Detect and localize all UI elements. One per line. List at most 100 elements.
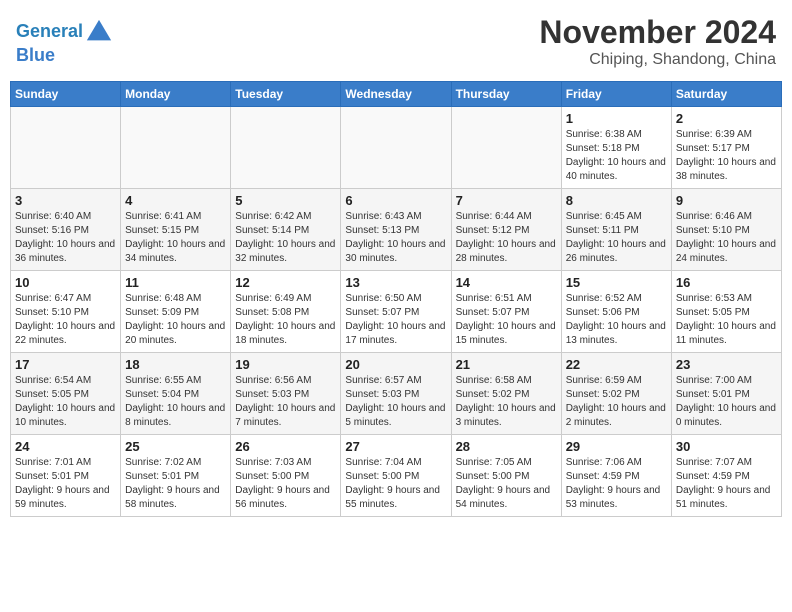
day-info: Sunrise: 6:46 AM Sunset: 5:10 PM Dayligh… [676, 210, 777, 266]
day-number: 16 [676, 275, 777, 290]
weekday-header-thursday: Thursday [451, 82, 561, 107]
weekday-header-sunday: Sunday [11, 82, 121, 107]
day-info: Sunrise: 6:42 AM Sunset: 5:14 PM Dayligh… [235, 210, 336, 266]
calendar-cell: 1 Sunrise: 6:38 AM Sunset: 5:18 PM Daylig… [561, 107, 671, 189]
weekday-header-monday: Monday [121, 82, 231, 107]
calendar-cell: 21 Sunrise: 6:58 AM Sunset: 5:02 PM Dayli… [451, 353, 561, 435]
day-info: Sunrise: 7:05 AM Sunset: 5:00 PM Dayligh… [456, 456, 557, 512]
day-number: 26 [235, 439, 336, 454]
calendar-cell: 24 Sunrise: 7:01 AM Sunset: 5:01 PM Dayli… [11, 435, 121, 517]
week-row-3: 10Sunrise: 6:47 AM Sunset: 5:10 PM Dayli… [11, 271, 782, 353]
page-header: General Blue November 2024 Chiping, Shan… [10, 10, 782, 73]
day-number: 19 [235, 357, 336, 372]
location: Chiping, Shandong, China [539, 51, 776, 69]
day-number: 23 [676, 357, 777, 372]
day-info: Sunrise: 6:51 AM Sunset: 5:07 PM Dayligh… [456, 292, 557, 348]
calendar-cell: 12Sunrise: 6:49 AM Sunset: 5:08 PM Dayli… [231, 271, 341, 353]
calendar-table: SundayMondayTuesdayWednesdayThursdayFrid… [10, 81, 782, 517]
day-info: Sunrise: 6:52 AM Sunset: 5:06 PM Dayligh… [566, 292, 667, 348]
calendar-cell: 6Sunrise: 6:43 AM Sunset: 5:13 PM Daylig… [341, 189, 451, 271]
week-row-2: 3 Sunrise: 6:40 AM Sunset: 5:16 PM Daylig… [11, 189, 782, 271]
day-info: Sunrise: 7:02 AM Sunset: 5:01 PM Dayligh… [125, 456, 226, 512]
calendar-cell: 17Sunrise: 6:54 AM Sunset: 5:05 PM Dayli… [11, 353, 121, 435]
logo-general: General [16, 21, 83, 41]
week-row-4: 17Sunrise: 6:54 AM Sunset: 5:05 PM Dayli… [11, 353, 782, 435]
day-number: 22 [566, 357, 667, 372]
day-number: 9 [676, 193, 777, 208]
day-number: 30 [676, 439, 777, 454]
weekday-header-wednesday: Wednesday [341, 82, 451, 107]
logo: General Blue [16, 18, 113, 66]
calendar-cell [11, 107, 121, 189]
calendar-cell: 5Sunrise: 6:42 AM Sunset: 5:14 PM Daylig… [231, 189, 341, 271]
day-info: Sunrise: 7:07 AM Sunset: 4:59 PM Dayligh… [676, 456, 777, 512]
calendar-cell: 23 Sunrise: 7:00 AM Sunset: 5:01 PM Dayli… [671, 353, 781, 435]
calendar-cell: 4 Sunrise: 6:41 AM Sunset: 5:15 PM Daylig… [121, 189, 231, 271]
calendar-cell [451, 107, 561, 189]
weekday-header-tuesday: Tuesday [231, 82, 341, 107]
calendar-cell: 27 Sunrise: 7:04 AM Sunset: 5:00 PM Dayli… [341, 435, 451, 517]
calendar-cell: 7 Sunrise: 6:44 AM Sunset: 5:12 PM Daylig… [451, 189, 561, 271]
calendar-cell: 19Sunrise: 6:56 AM Sunset: 5:03 PM Dayli… [231, 353, 341, 435]
calendar-cell: 13 Sunrise: 6:50 AM Sunset: 5:07 PM Dayli… [341, 271, 451, 353]
day-number: 1 [566, 111, 667, 126]
day-number: 11 [125, 275, 226, 290]
calendar-cell: 22 Sunrise: 6:59 AM Sunset: 5:02 PM Dayli… [561, 353, 671, 435]
calendar-cell: 8 Sunrise: 6:45 AM Sunset: 5:11 PM Daylig… [561, 189, 671, 271]
calendar-cell: 20 Sunrise: 6:57 AM Sunset: 5:03 PM Dayli… [341, 353, 451, 435]
calendar-cell: 25Sunrise: 7:02 AM Sunset: 5:01 PM Dayli… [121, 435, 231, 517]
day-info: Sunrise: 6:48 AM Sunset: 5:09 PM Dayligh… [125, 292, 226, 348]
day-number: 14 [456, 275, 557, 290]
day-info: Sunrise: 6:41 AM Sunset: 5:15 PM Dayligh… [125, 210, 226, 266]
day-number: 6 [345, 193, 446, 208]
day-number: 15 [566, 275, 667, 290]
day-info: Sunrise: 7:01 AM Sunset: 5:01 PM Dayligh… [15, 456, 116, 512]
day-info: Sunrise: 6:44 AM Sunset: 5:12 PM Dayligh… [456, 210, 557, 266]
calendar-cell: 15 Sunrise: 6:52 AM Sunset: 5:06 PM Dayli… [561, 271, 671, 353]
day-number: 13 [345, 275, 446, 290]
weekday-header-saturday: Saturday [671, 82, 781, 107]
title-area: November 2024 Chiping, Shandong, China [539, 14, 776, 69]
day-number: 28 [456, 439, 557, 454]
calendar-cell: 28 Sunrise: 7:05 AM Sunset: 5:00 PM Dayli… [451, 435, 561, 517]
calendar-cell: 10Sunrise: 6:47 AM Sunset: 5:10 PM Dayli… [11, 271, 121, 353]
calendar-cell: 9 Sunrise: 6:46 AM Sunset: 5:10 PM Daylig… [671, 189, 781, 271]
day-info: Sunrise: 7:03 AM Sunset: 5:00 PM Dayligh… [235, 456, 336, 512]
day-info: Sunrise: 6:50 AM Sunset: 5:07 PM Dayligh… [345, 292, 446, 348]
day-number: 10 [15, 275, 116, 290]
day-info: Sunrise: 6:53 AM Sunset: 5:05 PM Dayligh… [676, 292, 777, 348]
weekday-header-row: SundayMondayTuesdayWednesdayThursdayFrid… [11, 82, 782, 107]
calendar-cell [121, 107, 231, 189]
calendar-cell: 3 Sunrise: 6:40 AM Sunset: 5:16 PM Daylig… [11, 189, 121, 271]
day-number: 24 [15, 439, 116, 454]
day-number: 8 [566, 193, 667, 208]
week-row-5: 24 Sunrise: 7:01 AM Sunset: 5:01 PM Dayli… [11, 435, 782, 517]
day-number: 7 [456, 193, 557, 208]
day-info: Sunrise: 7:00 AM Sunset: 5:01 PM Dayligh… [676, 374, 777, 430]
day-number: 2 [676, 111, 777, 126]
week-row-1: 1 Sunrise: 6:38 AM Sunset: 5:18 PM Daylig… [11, 107, 782, 189]
calendar-cell: 16 Sunrise: 6:53 AM Sunset: 5:05 PM Dayli… [671, 271, 781, 353]
day-info: Sunrise: 6:59 AM Sunset: 5:02 PM Dayligh… [566, 374, 667, 430]
day-info: Sunrise: 7:06 AM Sunset: 4:59 PM Dayligh… [566, 456, 667, 512]
day-info: Sunrise: 6:45 AM Sunset: 5:11 PM Dayligh… [566, 210, 667, 266]
day-number: 12 [235, 275, 336, 290]
calendar-cell: 2Sunrise: 6:39 AM Sunset: 5:17 PM Daylig… [671, 107, 781, 189]
day-info: Sunrise: 6:38 AM Sunset: 5:18 PM Dayligh… [566, 128, 667, 184]
weekday-header-friday: Friday [561, 82, 671, 107]
day-number: 3 [15, 193, 116, 208]
day-info: Sunrise: 6:40 AM Sunset: 5:16 PM Dayligh… [15, 210, 116, 266]
day-info: Sunrise: 6:57 AM Sunset: 5:03 PM Dayligh… [345, 374, 446, 430]
day-number: 27 [345, 439, 446, 454]
day-number: 4 [125, 193, 226, 208]
day-number: 20 [345, 357, 446, 372]
calendar-cell: 26 Sunrise: 7:03 AM Sunset: 5:00 PM Dayli… [231, 435, 341, 517]
day-info: Sunrise: 7:04 AM Sunset: 5:00 PM Dayligh… [345, 456, 446, 512]
calendar-cell: 14 Sunrise: 6:51 AM Sunset: 5:07 PM Dayli… [451, 271, 561, 353]
calendar-cell: 18Sunrise: 6:55 AM Sunset: 5:04 PM Dayli… [121, 353, 231, 435]
day-info: Sunrise: 6:58 AM Sunset: 5:02 PM Dayligh… [456, 374, 557, 430]
calendar-cell: 30 Sunrise: 7:07 AM Sunset: 4:59 PM Dayli… [671, 435, 781, 517]
calendar-cell: 11 Sunrise: 6:48 AM Sunset: 5:09 PM Dayli… [121, 271, 231, 353]
month-title: November 2024 [539, 14, 776, 51]
day-number: 21 [456, 357, 557, 372]
